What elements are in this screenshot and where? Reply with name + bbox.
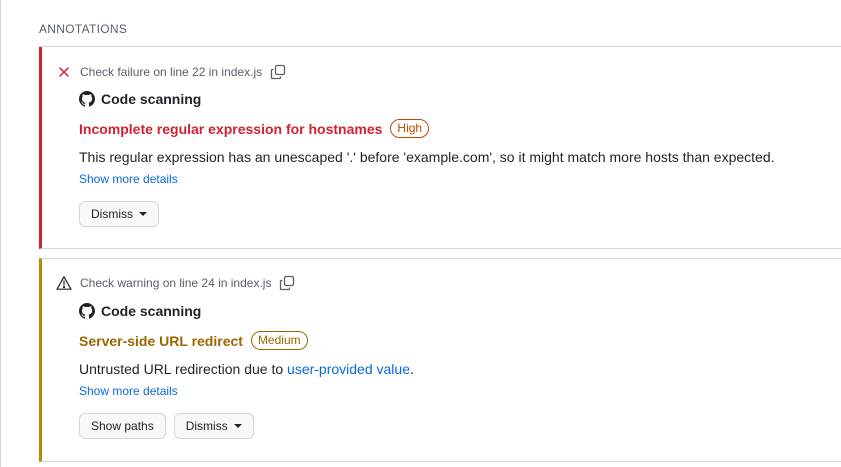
actions: Show paths Dismiss	[79, 413, 262, 439]
caret-down-icon	[233, 424, 242, 428]
check-location: Check warning on line 24 in index.js	[56, 274, 295, 291]
tool-label: Code scanning	[101, 91, 202, 107]
check-location: Check failure on line 22 in index.js	[56, 63, 286, 80]
user-provided-value-link[interactable]: user-provided value	[287, 361, 410, 377]
check-text: Check failure on line 22 in index.js	[80, 64, 263, 79]
left-border	[0, 0, 1, 467]
dismiss-label: Dismiss	[91, 207, 133, 221]
tool-label: Code scanning	[101, 303, 202, 319]
alert-triangle-icon	[56, 275, 72, 291]
show-more-details-link[interactable]: Show more details	[79, 384, 178, 398]
caret-down-icon	[139, 212, 147, 216]
section-title: ANNOTATIONS	[39, 22, 128, 36]
annotation-failure: Check failure on line 22 in index.js Cod…	[39, 47, 841, 249]
rule-title: Server-side URL redirect	[79, 332, 243, 349]
dismiss-button[interactable]: Dismiss	[173, 413, 254, 439]
copy-icon[interactable]	[278, 274, 295, 291]
annotation-message: This regular expression has an unescaped…	[79, 149, 775, 165]
show-paths-label: Show paths	[91, 419, 154, 433]
severity-badge: High	[390, 119, 430, 138]
message-suffix: .	[410, 361, 414, 377]
github-icon	[79, 91, 95, 107]
dismiss-label: Dismiss	[185, 419, 228, 433]
rule-title: Incomplete regular expression for hostna…	[79, 120, 383, 137]
tool-name: Code scanning	[79, 91, 201, 107]
x-icon	[56, 64, 72, 80]
copy-icon[interactable]	[269, 63, 286, 80]
rule-heading: Server-side URL redirect Medium	[79, 331, 308, 350]
show-paths-button[interactable]: Show paths	[79, 413, 166, 439]
tool-name: Code scanning	[79, 303, 201, 319]
rule-heading: Incomplete regular expression for hostna…	[79, 119, 430, 138]
dismiss-button[interactable]: Dismiss	[79, 201, 159, 227]
actions: Dismiss	[79, 201, 167, 227]
annotation-message: Untrusted URL redirection due to user-pr…	[79, 361, 414, 377]
show-more-details-link[interactable]: Show more details	[79, 172, 178, 186]
annotation-warning: Check warning on line 24 in index.js Cod…	[39, 258, 841, 462]
github-icon	[79, 303, 95, 319]
check-text: Check warning on line 24 in index.js	[80, 275, 272, 290]
message-text: Untrusted URL redirection due to	[79, 361, 288, 377]
severity-badge: Medium	[250, 331, 308, 350]
